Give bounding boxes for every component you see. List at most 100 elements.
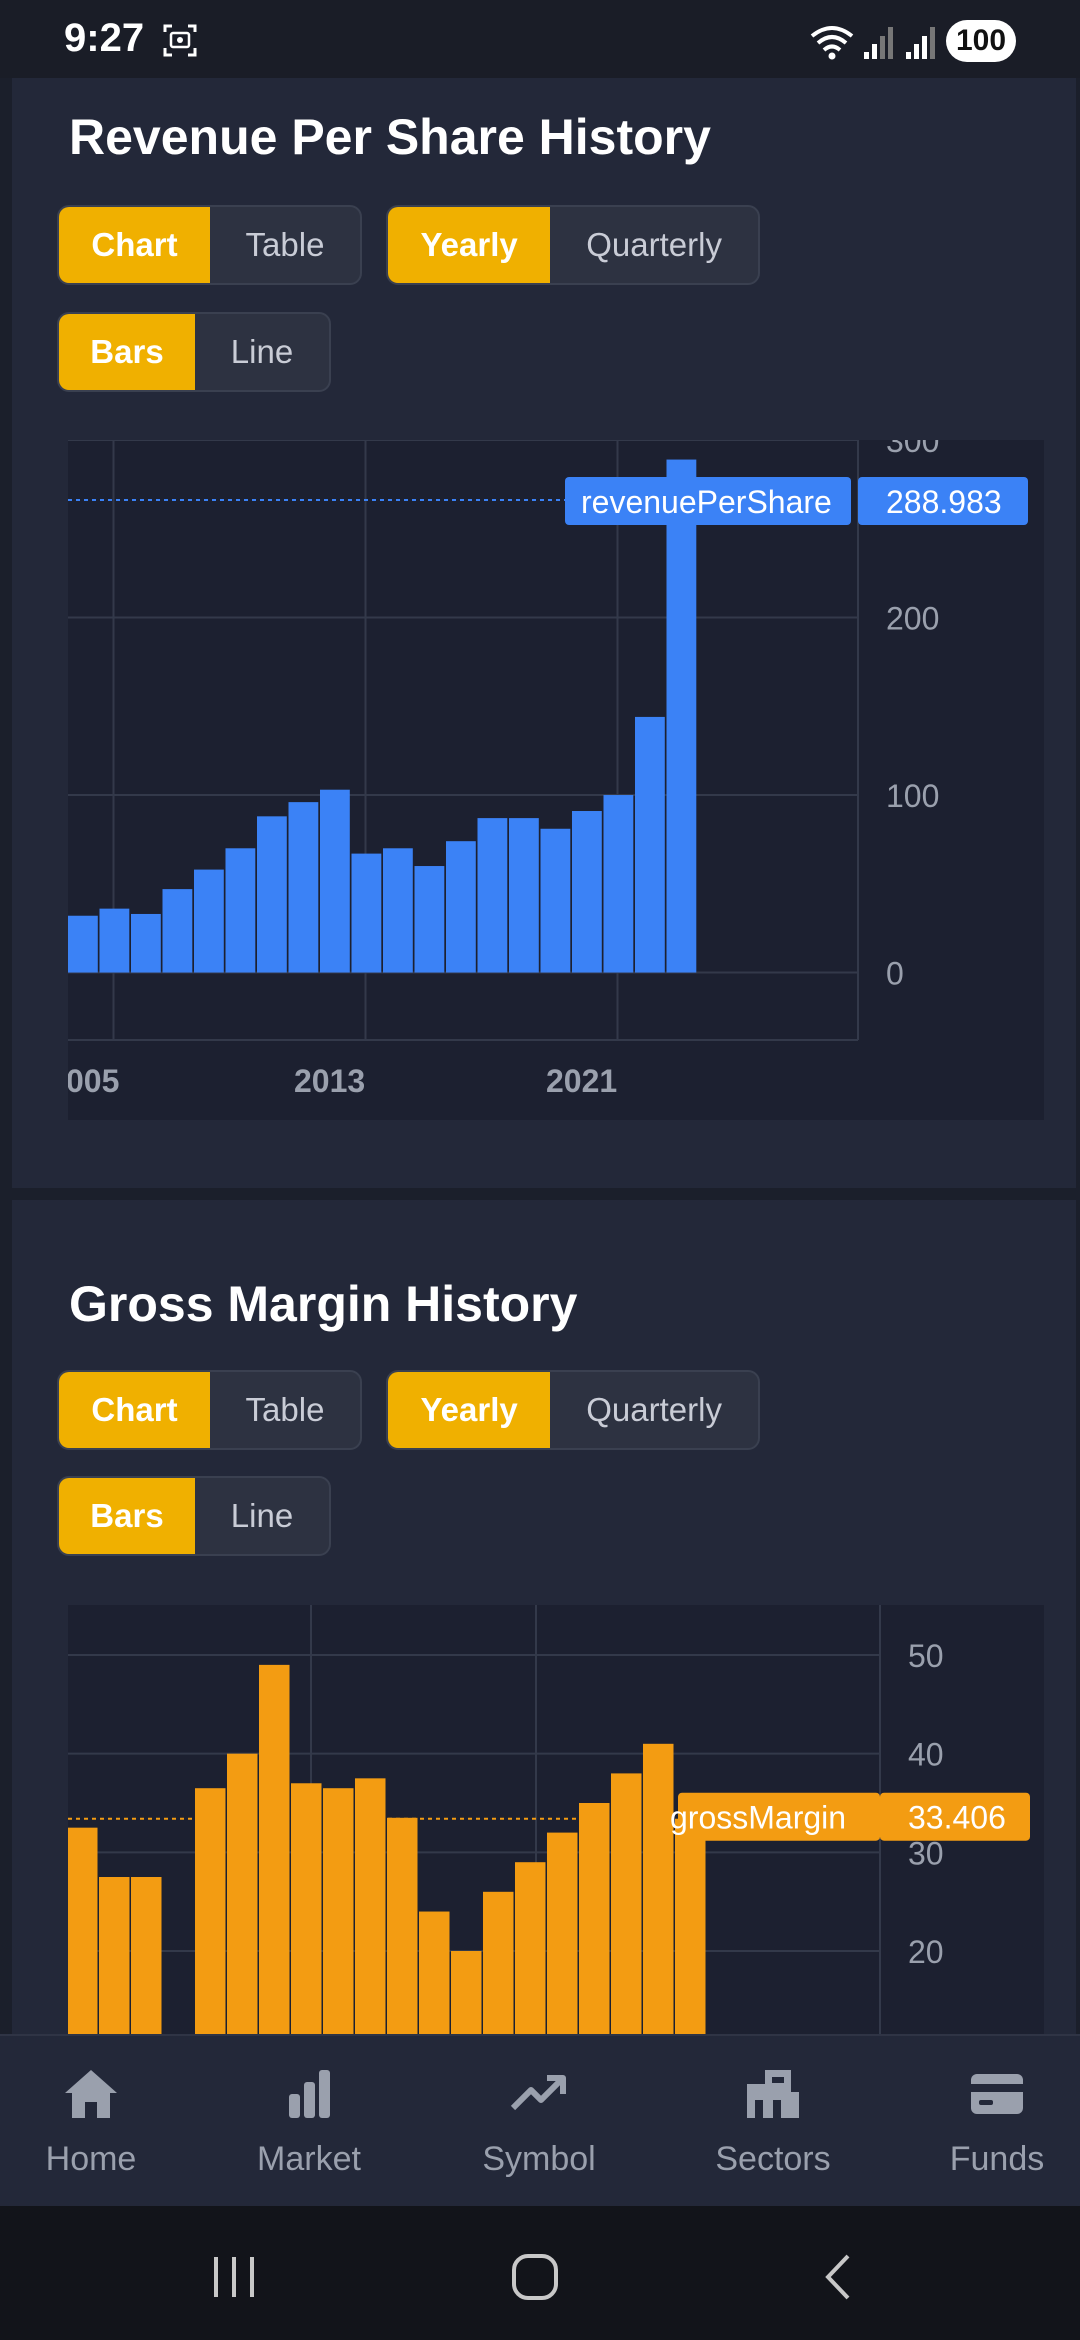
bar (99, 1877, 130, 2040)
bar (643, 1743, 674, 2040)
y-tick-label: 50 (908, 1638, 944, 1674)
bar (483, 1891, 514, 2040)
bar (351, 853, 382, 973)
y-tick-label: 0 (886, 956, 904, 992)
signal-icon-2 (906, 27, 935, 59)
nav-label: Funds (949, 2140, 1045, 2178)
bar (68, 915, 98, 973)
line-tab[interactable]: Line (195, 1478, 329, 1554)
bar (540, 828, 571, 973)
bar (131, 913, 161, 973)
x-tick-label: 2013 (294, 1063, 365, 1099)
table-tab[interactable]: Table (210, 1372, 360, 1448)
chart-style-toggle: Bars Line (57, 312, 331, 392)
y-tick-label: 300 (886, 440, 939, 459)
bar (225, 848, 256, 973)
view-toggle: Chart Table (57, 205, 362, 285)
bar (68, 1827, 98, 2040)
table-tab[interactable]: Table (210, 207, 360, 283)
yearly-tab[interactable]: Yearly (388, 207, 551, 283)
screenshot-icon (163, 24, 197, 57)
nav-market[interactable]: Market (209, 2036, 409, 2206)
x-tick-label: 2021 (546, 1063, 617, 1099)
gross-margin-card: Gross Margin History Chart Table Yearly … (12, 1200, 1076, 2040)
bar (477, 818, 508, 973)
bar (194, 869, 224, 973)
y-tick-label: 30 (908, 1835, 944, 1871)
trending-up-icon (510, 2075, 566, 2111)
bar (320, 789, 350, 973)
nav-label: Symbol (482, 2140, 596, 2178)
bars-tab[interactable]: Bars (59, 1478, 195, 1554)
status-time: 9:27 (64, 16, 145, 60)
revenue-chart[interactable]: 0 100 200 300 005 2013 2021 revenuePerShare 288.… (68, 440, 1044, 1120)
y-tick-label: 200 (886, 601, 939, 637)
bar (227, 1753, 258, 2040)
status-bar: 9:27 100 (0, 0, 1080, 78)
chart-style-toggle: Bars Line (57, 1476, 331, 1556)
bar (195, 1788, 226, 2040)
bar (387, 1817, 418, 2040)
bar (446, 841, 476, 973)
bar (547, 1832, 578, 2040)
home-button-icon[interactable] (510, 2252, 560, 2302)
crosshair-value-label: 33.406 (908, 1800, 1006, 1836)
period-toggle: Yearly Quarterly (386, 205, 760, 285)
gross-margin-chart-svg: 20 30 40 50 grossMargin 33.406 (68, 1605, 1044, 2040)
bar (257, 816, 287, 973)
chart-tab[interactable]: Chart (59, 1372, 210, 1448)
crosshair-series-label: revenuePerShare (581, 484, 832, 520)
section-title: Revenue Per Share History (69, 109, 711, 165)
bar (579, 1803, 610, 2040)
bar (383, 848, 413, 973)
bar (131, 1877, 162, 2040)
period-toggle: Yearly Quarterly (386, 1370, 760, 1450)
bar (162, 889, 193, 973)
bar (414, 866, 445, 973)
x-tick-label: 005 (68, 1063, 119, 1099)
nav-label: Market (257, 2140, 361, 2178)
bar (323, 1788, 354, 2040)
nav-label: Sectors (715, 2140, 831, 2178)
bar (675, 1818, 706, 2040)
nav-symbol[interactable]: Symbol (439, 2036, 639, 2206)
bar (419, 1911, 450, 2040)
y-tick-label: 20 (908, 1934, 944, 1970)
yearly-tab[interactable]: Yearly (388, 1372, 551, 1448)
nav-home[interactable]: Home (0, 2036, 191, 2206)
chart-tab[interactable]: Chart (59, 207, 210, 283)
revenue-per-share-card: Revenue Per Share History Chart Table Ye… (12, 78, 1076, 1188)
nav-funds[interactable]: Funds (897, 2036, 1080, 2206)
quarterly-tab[interactable]: Quarterly (550, 1372, 758, 1448)
quarterly-tab[interactable]: Quarterly (550, 207, 758, 283)
bar-chart-icon (289, 2070, 330, 2118)
gross-margin-chart[interactable]: 20 30 40 50 grossMargin 33.406 (68, 1605, 1044, 2040)
bar (666, 459, 697, 973)
bar (611, 1773, 642, 2040)
back-icon[interactable] (820, 2252, 856, 2302)
battery-indicator: 100 (946, 20, 1016, 62)
recent-apps-icon[interactable] (210, 2254, 258, 2300)
bar (355, 1778, 386, 2040)
bar (635, 716, 665, 973)
section-title: Gross Margin History (69, 1276, 578, 1332)
bar (451, 1951, 482, 2040)
bottom-nav: Home Market Symbol Sectors Funds (0, 2034, 1080, 2206)
signal-icon (864, 27, 893, 59)
wifi-icon (810, 26, 854, 60)
bar (572, 811, 602, 973)
bar (515, 1862, 546, 2040)
view-toggle: Chart Table (57, 1370, 362, 1450)
revenue-chart-svg: 0 100 200 300 005 2013 2021 revenuePerShare 288.… (68, 440, 1044, 1120)
bar (291, 1783, 322, 2040)
line-tab[interactable]: Line (195, 314, 329, 390)
nav-label: Home (45, 2140, 137, 2178)
y-tick-label: 40 (908, 1737, 944, 1773)
bars-tab[interactable]: Bars (59, 314, 195, 390)
bar (288, 802, 319, 973)
nav-sectors[interactable]: Sectors (673, 2036, 873, 2206)
wallet-icon (971, 2074, 1023, 2114)
bar (99, 908, 130, 973)
y-tick-label: 100 (886, 778, 939, 814)
bar (259, 1664, 290, 2040)
